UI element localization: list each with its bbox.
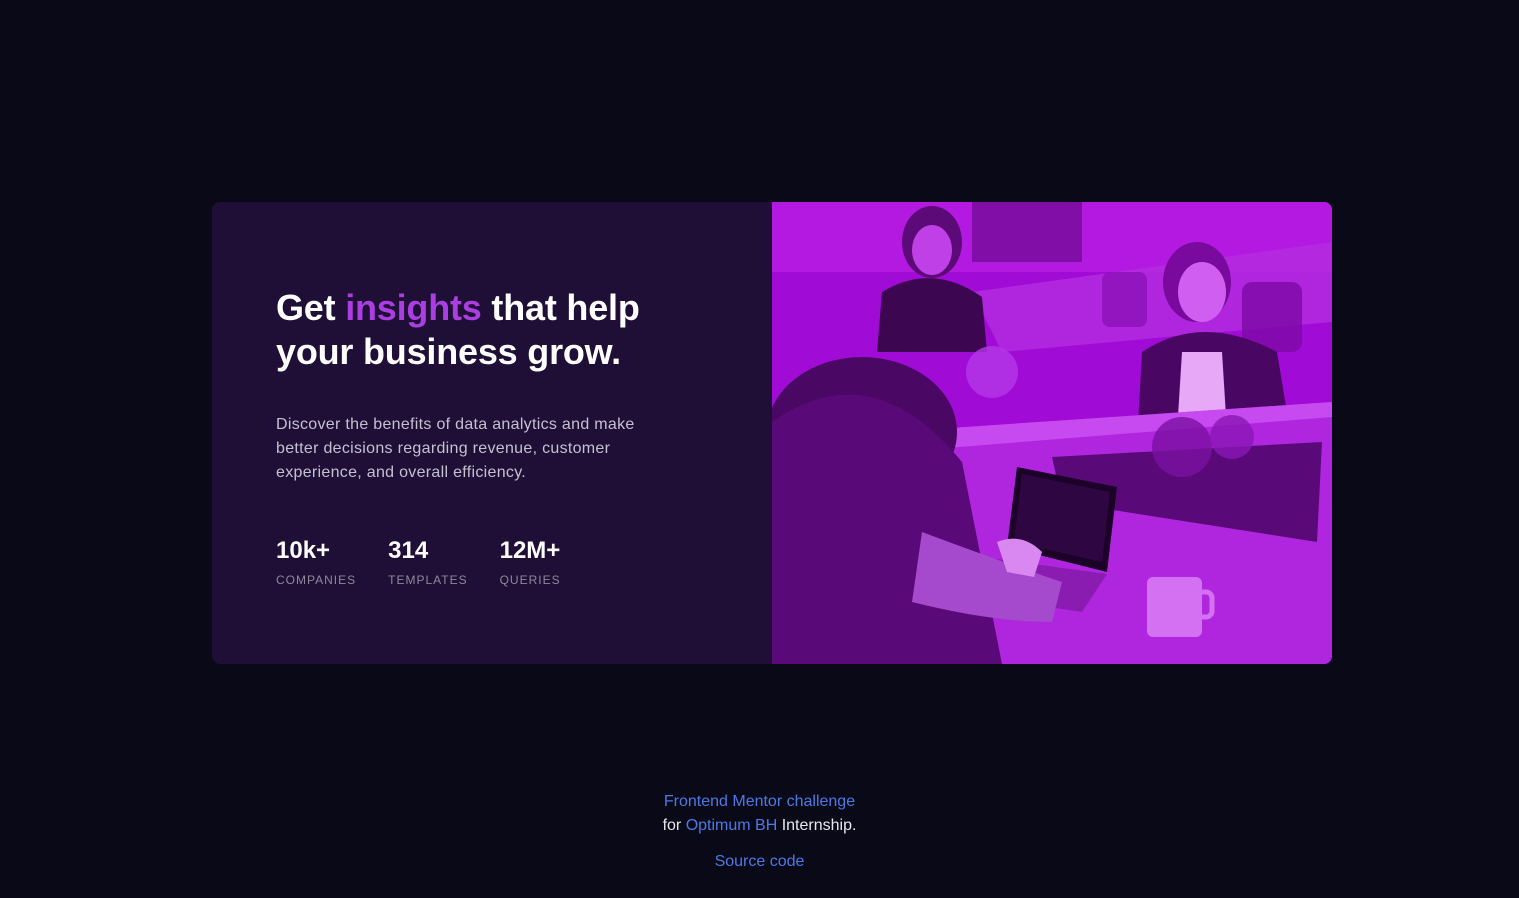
- source-code-link[interactable]: Source code: [715, 853, 805, 870]
- for-text: for: [662, 817, 686, 834]
- headline: Get insights that help your business gro…: [276, 286, 696, 374]
- stat-value: 12M+: [499, 537, 561, 564]
- frontend-mentor-link[interactable]: Frontend Mentor challenge: [664, 793, 855, 810]
- stat-value: 10k+: [276, 537, 331, 564]
- card-content: Get insights that help your business gro…: [212, 202, 772, 664]
- stats-row: 10k+ Companies 314 Templates 12M+ Querie…: [276, 537, 772, 587]
- optimum-bh-link[interactable]: Optimum BH: [686, 817, 778, 834]
- attribution-line-1: Frontend Mentor challenge: [0, 790, 1519, 814]
- description: Discover the benefits of data analytics …: [276, 416, 635, 481]
- stat-value: 314: [388, 537, 429, 564]
- headline-pre: Get: [276, 287, 346, 328]
- headline-accent: insights: [345, 287, 482, 328]
- source-line: Source code: [0, 850, 1519, 874]
- office-team-photo: [772, 202, 1332, 664]
- attribution-footer: Frontend Mentor challenge for Optimum BH…: [0, 790, 1519, 874]
- photo-illustration: [772, 202, 1332, 664]
- stats-preview-card: Get insights that help your business gro…: [212, 202, 1332, 664]
- stat-templates: 314 Templates: [388, 537, 467, 587]
- attribution-line-2: for Optimum BH Internship.: [0, 814, 1519, 838]
- stat-queries: 12M+ Queries: [500, 537, 561, 587]
- stat-label: Queries: [499, 573, 561, 587]
- internship-text: Internship.: [777, 817, 857, 834]
- stat-companies: 10k+ Companies: [276, 537, 356, 587]
- stat-label: Companies: [276, 573, 357, 587]
- stat-label: Templates: [388, 573, 468, 587]
